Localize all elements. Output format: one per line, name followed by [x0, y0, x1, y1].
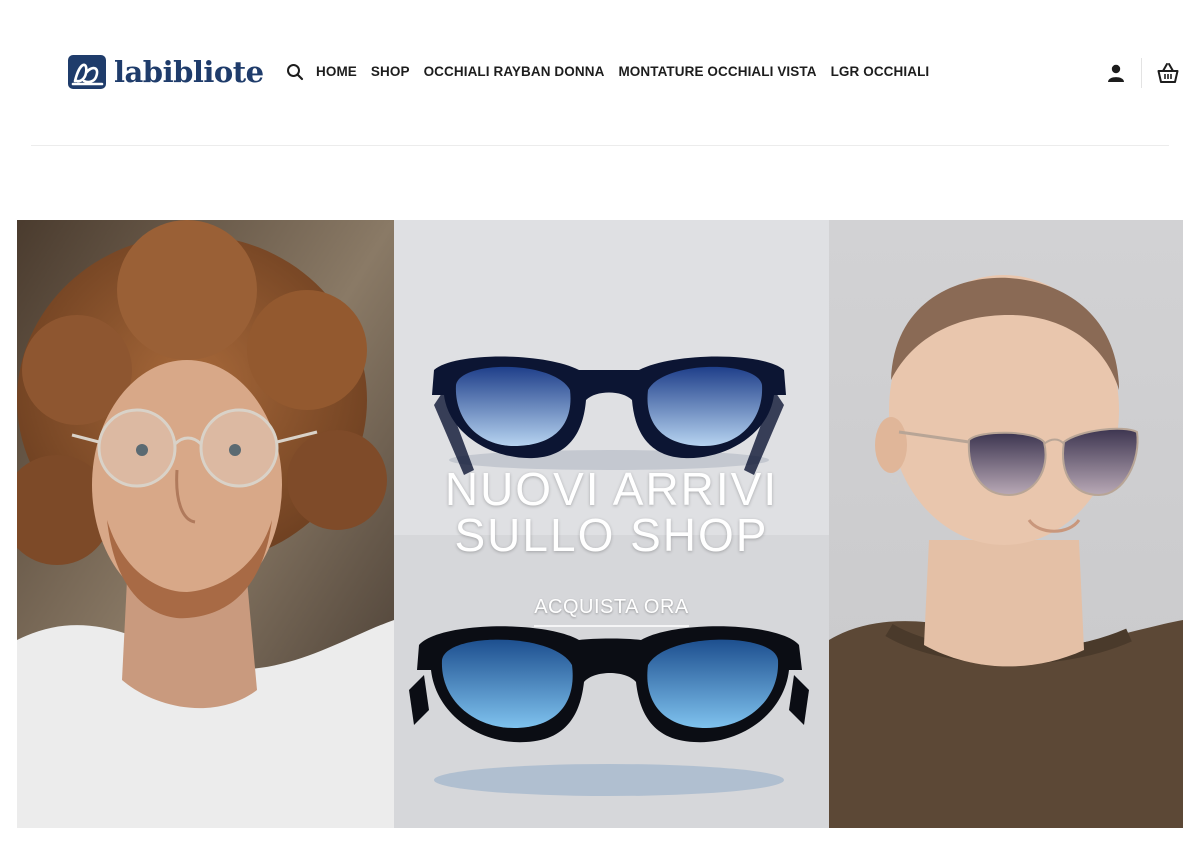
nav-item-occhiali-rayban-donna[interactable]: OCCHIALI RAYBAN DONNA	[424, 62, 605, 82]
nav-item-montature-occhiali-vista[interactable]: MONTATURE OCCHIALI VISTA	[618, 62, 816, 82]
lb-monogram-logo-icon	[68, 55, 106, 89]
shop-now-button[interactable]: ACQUISTA ORA	[534, 596, 689, 627]
header-divider-line	[31, 145, 1169, 146]
hero-banner[interactable]: NUOVI ARRIVI SULLO SHOP ACQUISTA ORA	[17, 220, 1183, 828]
user-icon[interactable]	[1105, 62, 1127, 84]
hero-content: NUOVI ARRIVI SULLO SHOP ACQUISTA ORA	[394, 466, 829, 627]
hero-image-right	[829, 220, 1183, 828]
hero-title-line-2: SULLO SHOP	[454, 509, 769, 561]
nav-item-shop[interactable]: SHOP	[371, 62, 410, 82]
logo-wordmark: labibliote	[114, 54, 264, 89]
site-header: labibliote HOME SHOP OCCHIALI RAYBAN DON…	[0, 0, 1200, 146]
hero-title-line-1: NUOVI ARRIVI	[444, 463, 779, 515]
nav-item-lgr-occhiali[interactable]: LGR OCCHIALI	[831, 62, 930, 82]
hero-title: NUOVI ARRIVI SULLO SHOP	[394, 466, 829, 558]
header-actions	[1105, 58, 1180, 88]
site-logo[interactable]: labibliote	[66, 51, 264, 93]
main-nav: HOME SHOP OCCHIALI RAYBAN DONNA MONTATUR…	[286, 62, 943, 82]
header-divider	[1141, 58, 1142, 88]
nav-item-home[interactable]: HOME	[316, 62, 357, 82]
basket-icon[interactable]	[1156, 61, 1180, 85]
search-icon[interactable]	[286, 63, 304, 81]
hero-image-left	[17, 220, 394, 828]
